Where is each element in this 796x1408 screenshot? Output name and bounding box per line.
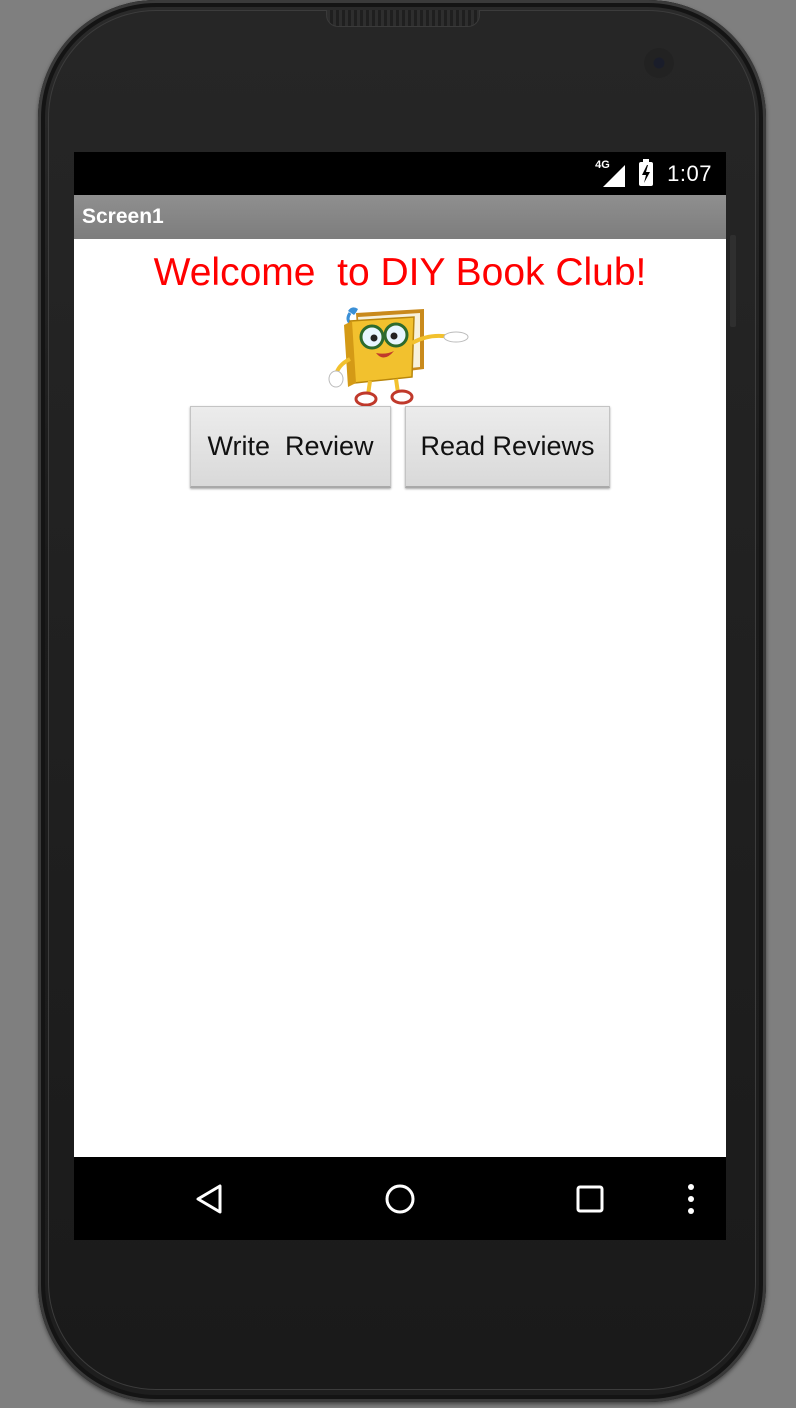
welcome-heading: Welcome to DIY Book Club! xyxy=(153,251,647,294)
home-button[interactable] xyxy=(365,1157,435,1240)
device-screen: 4G 1:07 Screen1 Welcome to DIY Book Club… xyxy=(74,152,726,1240)
front-camera-icon xyxy=(644,48,674,78)
title-bar: Screen1 xyxy=(74,195,726,239)
emulator-background: 4G 1:07 Screen1 Welcome to DIY Book Club… xyxy=(0,0,796,1408)
book-mascot-icon xyxy=(326,303,476,407)
recents-square-icon xyxy=(576,1185,604,1212)
overflow-menu-button[interactable] xyxy=(656,1157,726,1240)
side-button[interactable] xyxy=(730,235,736,327)
navigation-bar xyxy=(74,1157,726,1240)
action-buttons: Write Review Read Reviews xyxy=(74,406,726,488)
read-reviews-button[interactable]: Read Reviews xyxy=(405,406,610,488)
status-bar: 4G 1:07 xyxy=(74,152,726,195)
battery-charging-icon xyxy=(639,158,654,186)
status-icons: 4G 1:07 xyxy=(595,152,712,195)
write-review-button[interactable]: Write Review xyxy=(190,406,391,488)
back-triangle-icon xyxy=(196,1184,222,1213)
screen-title: Screen1 xyxy=(82,205,164,228)
home-circle-icon xyxy=(385,1184,415,1213)
screen-content: Welcome to DIY Book Club! Write Review R… xyxy=(74,239,726,1157)
speaker-grille xyxy=(326,10,480,27)
overflow-menu-icon xyxy=(688,1183,694,1214)
back-button[interactable] xyxy=(174,1157,244,1240)
recents-button[interactable] xyxy=(555,1157,625,1240)
status-clock: 1:07 xyxy=(667,160,712,186)
signal-icon: 4G xyxy=(595,159,626,187)
